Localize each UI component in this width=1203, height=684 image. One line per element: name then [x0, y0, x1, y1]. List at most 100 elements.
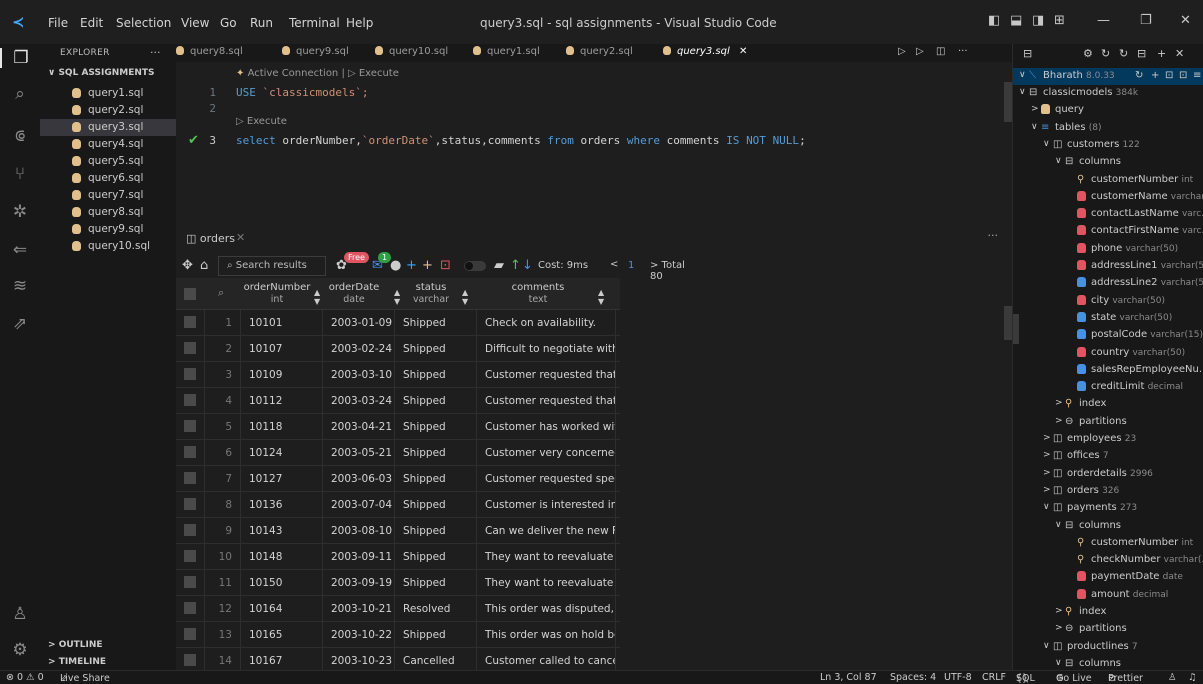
tree-item[interactable]: > ⚲ index [1013, 604, 1203, 621]
cell-status[interactable]: Shipped [394, 492, 476, 518]
chevron-icon[interactable]: ∨ [1043, 641, 1050, 651]
tree-item[interactable]: ⚲ customerNumber int [1013, 535, 1203, 552]
row-checkbox[interactable] [176, 414, 204, 440]
cell-comments[interactable]: They want to reevaluate the [476, 544, 616, 570]
tree-item[interactable]: > ◫ employees 23 [1013, 431, 1203, 448]
cell-orderNumber[interactable]: 10107 [240, 336, 322, 362]
search-results-input[interactable]: ⌕ Search results [218, 256, 326, 276]
delete-connection-icon[interactable]: ⊡ [1165, 70, 1173, 81]
menu-terminal[interactable]: Terminal [289, 16, 340, 30]
codelens-execute[interactable]: ▷ Execute [236, 116, 287, 127]
tree-item[interactable]: > ⊖ partitions [1013, 414, 1203, 431]
cell-orderDate[interactable]: 2003-04-21 [322, 414, 394, 440]
new-db-icon[interactable]: ⊟ [1137, 47, 1146, 60]
sort-icon[interactable]: ▲ ▼ [462, 288, 468, 306]
move-icon[interactable]: ✥ [182, 258, 193, 273]
sort-desc-icon[interactable]: ↓ [522, 258, 533, 273]
connection-bharath[interactable]: ∨ ⟍ Bharath 8.0.33 ↻ + ⊡ ⊡ ≡ [1013, 68, 1203, 85]
menu-selection[interactable]: Selection [116, 16, 171, 30]
tree-scrollbar[interactable] [1013, 314, 1019, 344]
cell-orderDate[interactable]: 2003-08-10 [322, 518, 394, 544]
cell-orderNumber[interactable]: 10101 [240, 310, 322, 336]
open-icon[interactable]: ⊡ [1179, 70, 1187, 81]
cell-comments[interactable]: Customer requested that Fe [476, 362, 616, 388]
chevron-icon[interactable]: > [1055, 623, 1063, 633]
search-icon[interactable]: ⌕ [0, 84, 40, 104]
chevron-icon[interactable]: ∨ [1055, 658, 1062, 668]
cell-comments[interactable]: Can we deliver the new For [476, 518, 616, 544]
row-checkbox[interactable] [176, 544, 204, 570]
outline-section[interactable]: > OUTLINE [48, 640, 103, 650]
close-tab-icon[interactable]: ✕ [739, 46, 747, 57]
timeline-section[interactable]: > TIMELINE [48, 657, 106, 667]
cell-orderNumber[interactable]: 10164 [240, 596, 322, 622]
tree-item[interactable]: > query [1013, 102, 1203, 119]
tab-query10[interactable]: query10.sql [375, 46, 448, 57]
codelens-active-connection[interactable]: ✦ Active Connection | ▷ Execute [236, 68, 399, 79]
run-debug-icon[interactable]: ✲ [0, 202, 40, 222]
table-row[interactable]: 13 10165 2003-10-22 Shipped This order was o… [176, 622, 620, 648]
current-page[interactable]: 1 [628, 260, 634, 271]
row-checkbox[interactable] [176, 518, 204, 544]
tree-item[interactable]: ⚲ customerNumber int [1013, 172, 1203, 189]
source-control-icon[interactable]: ⑂ [0, 164, 40, 184]
cell-orderDate[interactable]: 2003-09-19 [322, 570, 394, 596]
toggle-secondary-sidebar-icon[interactable]: ◨ [1032, 13, 1044, 28]
tree-item[interactable]: salesRepEmployeeNu... [1013, 362, 1203, 379]
col-orderNumber[interactable]: orderNumber int [240, 282, 314, 306]
table-row[interactable]: 2 10107 2003-02-24 Shipped Difficult to nego… [176, 336, 620, 362]
cell-orderDate[interactable]: 2003-09-11 [322, 544, 394, 570]
tree-item[interactable]: ∨ ≡ tables (8) [1013, 120, 1203, 137]
chevron-icon[interactable]: > [1043, 485, 1051, 495]
file-item[interactable]: query9.sql [40, 221, 176, 238]
close-results-icon[interactable]: ✕ [236, 231, 245, 244]
cell-status[interactable]: Shipped [394, 336, 476, 362]
chevron-icon[interactable]: > [1043, 468, 1051, 478]
notifications-bell-icon[interactable]: ♫ [1188, 672, 1197, 683]
row-checkbox[interactable] [176, 492, 204, 518]
cell-orderDate[interactable]: 2003-01-09 [322, 310, 394, 336]
cell-status[interactable]: Resolved [394, 596, 476, 622]
problems-count[interactable]: ⊗ 0 ⚠ 0 [6, 672, 44, 683]
tree-item[interactable]: paymentDate date [1013, 569, 1203, 586]
table-row[interactable]: 5 10118 2003-04-21 Shipped Customer has work… [176, 414, 620, 440]
file-item[interactable]: query10.sql [40, 238, 176, 255]
cell-orderDate[interactable]: 2003-10-22 [322, 622, 394, 648]
run-query-icon[interactable]: ▷ [898, 46, 906, 57]
cell-status[interactable]: Shipped [394, 440, 476, 466]
line-ending[interactable]: CRLF [982, 672, 1006, 683]
col-orderDate[interactable]: orderDate date [322, 282, 386, 306]
cell-status[interactable]: Shipped [394, 388, 476, 414]
cell-orderDate[interactable]: 2003-06-03 [322, 466, 394, 492]
table-row[interactable]: 10 10148 2003-09-11 Shipped They want to ree… [176, 544, 620, 570]
cell-status[interactable]: Shipped [394, 310, 476, 336]
tree-item[interactable]: contactLastName varc... [1013, 206, 1203, 223]
cell-orderNumber[interactable]: 10109 [240, 362, 322, 388]
row-checkbox[interactable] [176, 440, 204, 466]
cell-orderDate[interactable]: 2003-03-24 [322, 388, 394, 414]
table-row[interactable]: 12 10164 2003-10-21 Resolved This order was … [176, 596, 620, 622]
col-comments[interactable]: comments text [486, 282, 590, 306]
menu-file[interactable]: File [48, 16, 68, 30]
minimize-icon[interactable]: — [1097, 13, 1110, 28]
cursor-position[interactable]: Ln 3, Col 87 [820, 672, 877, 683]
refresh-connection-icon[interactable]: ↻ [1135, 70, 1143, 81]
cell-status[interactable]: Shipped [394, 544, 476, 570]
tree-item[interactable]: addressLine1 varchar(50) [1013, 258, 1203, 275]
cell-orderDate[interactable]: 2003-07-04 [322, 492, 394, 518]
chevron-icon[interactable]: > [1055, 416, 1063, 426]
table-row[interactable]: 9 10143 2003-08-10 Shipped Can we deliver th… [176, 518, 620, 544]
file-item[interactable]: query4.sql [40, 136, 176, 153]
tree-item[interactable]: addressLine2 varchar(50) [1013, 275, 1203, 292]
cell-status[interactable]: Shipped [394, 466, 476, 492]
table-row[interactable]: 1 10101 2003-01-09 Shipped Check on availabi… [176, 310, 620, 336]
close-window-icon[interactable]: ✕ [1180, 13, 1191, 28]
customize-layout-icon[interactable]: ⊞ [1054, 13, 1065, 28]
file-item[interactable]: query6.sql [40, 170, 176, 187]
tree-item[interactable]: state varchar(50) [1013, 310, 1203, 327]
live-share-icon[interactable]: ⇗ [0, 314, 40, 334]
tree-item[interactable]: customerName varchar... [1013, 189, 1203, 206]
chevron-icon[interactable]: > [1031, 104, 1039, 114]
results-scrollbar[interactable] [1004, 306, 1012, 340]
chevron-icon[interactable]: ∨ [1031, 122, 1038, 132]
